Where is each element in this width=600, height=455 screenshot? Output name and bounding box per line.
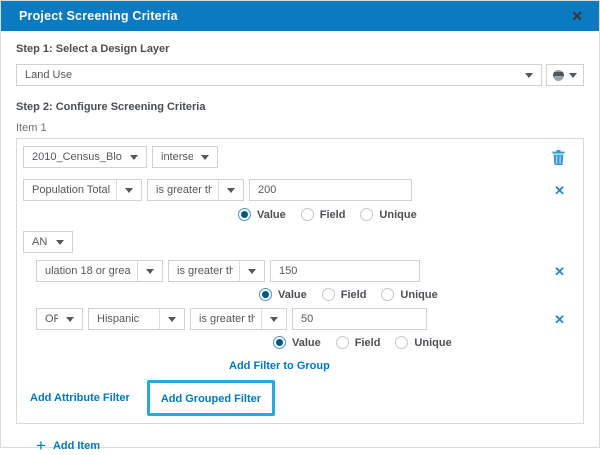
filter2-field-value: ulation 18 or greater [45,265,131,277]
or-value: OR [45,313,58,325]
filter1-radio-field[interactable]: Field [300,208,345,221]
step1-label: Step 1: Select a Design Layer [16,43,170,55]
chevron-down-icon [525,72,533,78]
filter3-value-input[interactable] [292,308,427,330]
filter3-radio-field[interactable]: Field [335,336,380,349]
filter2-operator-select[interactable]: is greater than [168,260,265,282]
filter1-field-select[interactable]: Population Total [23,179,142,201]
filter2-value-input[interactable] [270,260,420,282]
filter3-operator-select[interactable]: is greater than [190,308,287,330]
add-grouped-filter-highlight: Add Grouped Filter [146,380,276,416]
chevron-down-icon [130,154,138,160]
chevron-down-icon [125,187,133,193]
filter1-field-value: Population Total [32,184,110,196]
remove-filter2-icon[interactable]: ✕ [554,265,565,278]
remove-filter1-icon[interactable]: ✕ [554,184,565,197]
chevron-down-icon [569,72,577,78]
dialog-body: Step 1: Select a Design Layer Land Use S… [1,31,599,454]
trash-icon[interactable] [552,149,565,165]
add-attribute-filter-link[interactable]: Add Attribute Filter [30,392,130,404]
project-screening-criteria-dialog: Project Screening Criteria ✕ Step 1: Sel… [0,0,600,454]
chevron-down-icon [146,268,154,274]
item-label: Item 1 [16,122,47,134]
chevron-down-icon [66,316,74,322]
filter2-mode-radios: Value Field Unique [259,288,577,301]
filter1-radio-value[interactable]: Value [238,208,286,221]
chevron-down-icon [227,187,235,193]
chevron-down-icon [270,316,278,322]
filter1-mode-radios: Value Field Unique [238,208,577,221]
filter3-radio-value[interactable]: Value [273,336,321,349]
criteria-layer-select[interactable]: 2010_Census_Blocks [23,146,147,168]
filter3-operator-value: is greater than [199,313,255,325]
filter1-operator-value: is greater than [156,184,212,196]
radio-icon [395,336,409,349]
plus-icon: + [36,436,46,455]
add-filter-to-group-link[interactable]: Add Filter to Group [229,360,330,372]
attribute-filter-row-1: Population Total is greater than ✕ [23,179,577,201]
close-icon[interactable]: ✕ [571,9,583,23]
and-value: AND [32,236,48,248]
filter3-mode-radios: Value Field Unique [273,336,577,349]
attribute-filter-row-2: ulation 18 or greater is greater than ✕ [36,260,577,282]
radio-icon [381,288,395,301]
filter2-radio-field[interactable]: Field [321,288,366,301]
filter-links-row: Add Attribute Filter Add Grouped Filter [30,380,577,416]
chevron-down-icon [56,239,64,245]
chevron-down-icon [201,154,209,160]
filter3-radio-unique[interactable]: Unique [395,336,452,349]
radio-icon [321,288,335,301]
add-item-button[interactable]: + Add Item [36,437,584,454]
filter1-value-input[interactable] [249,179,412,201]
design-layer-row: Land Use [16,64,584,86]
attribute-filter-row-3: OR Hispanic is greater than ✕ [36,308,577,330]
filter2-radio-unique[interactable]: Unique [381,288,438,301]
remove-filter3-icon[interactable]: ✕ [554,313,565,326]
add-grouped-filter-link[interactable]: Add Grouped Filter [161,393,261,405]
radio-selected-icon [238,208,251,221]
filter1-operator-select[interactable]: is greater than [147,179,244,201]
filter2-radio-value[interactable]: Value [259,288,307,301]
radio-selected-icon [273,336,286,349]
chevron-down-icon [248,268,256,274]
chevron-down-icon [168,316,176,322]
relationship-value: intersects [161,151,193,163]
filter2-operator-value: is greater than [177,265,233,277]
radio-icon [300,208,314,221]
design-layer-select[interactable]: Land Use [16,64,542,86]
dialog-header: Project Screening Criteria ✕ [1,1,599,31]
radio-selected-icon [259,288,272,301]
step2-label: Step 2: Configure Screening Criteria [16,101,206,113]
radio-icon [360,208,374,221]
conjunction-row: AND [23,231,577,253]
filter3-field-value: Hispanic [97,313,140,325]
criteria-layer-value: 2010_Census_Blocks [32,151,122,163]
layer-relationship-row: 2010_Census_Blocks intersects [23,146,577,168]
layer-options-button[interactable] [546,64,584,86]
design-layer-value: Land Use [25,69,73,81]
add-filter-to-group-row: Add Filter to Group [229,356,577,374]
filter3-field-select[interactable]: Hispanic [88,308,185,330]
dialog-title: Project Screening Criteria [19,9,178,23]
add-item-label: Add Item [52,439,100,452]
item1-panel: 2010_Census_Blocks intersects [16,138,584,424]
filter1-radio-unique[interactable]: Unique [360,208,417,221]
or-conjunction-select[interactable]: OR [36,308,83,330]
radio-icon [335,336,349,349]
relationship-select[interactable]: intersects [152,146,218,168]
and-conjunction-select[interactable]: AND [23,231,73,253]
layer-sphere-icon [553,69,564,81]
filter2-field-select[interactable]: ulation 18 or greater [36,260,163,282]
